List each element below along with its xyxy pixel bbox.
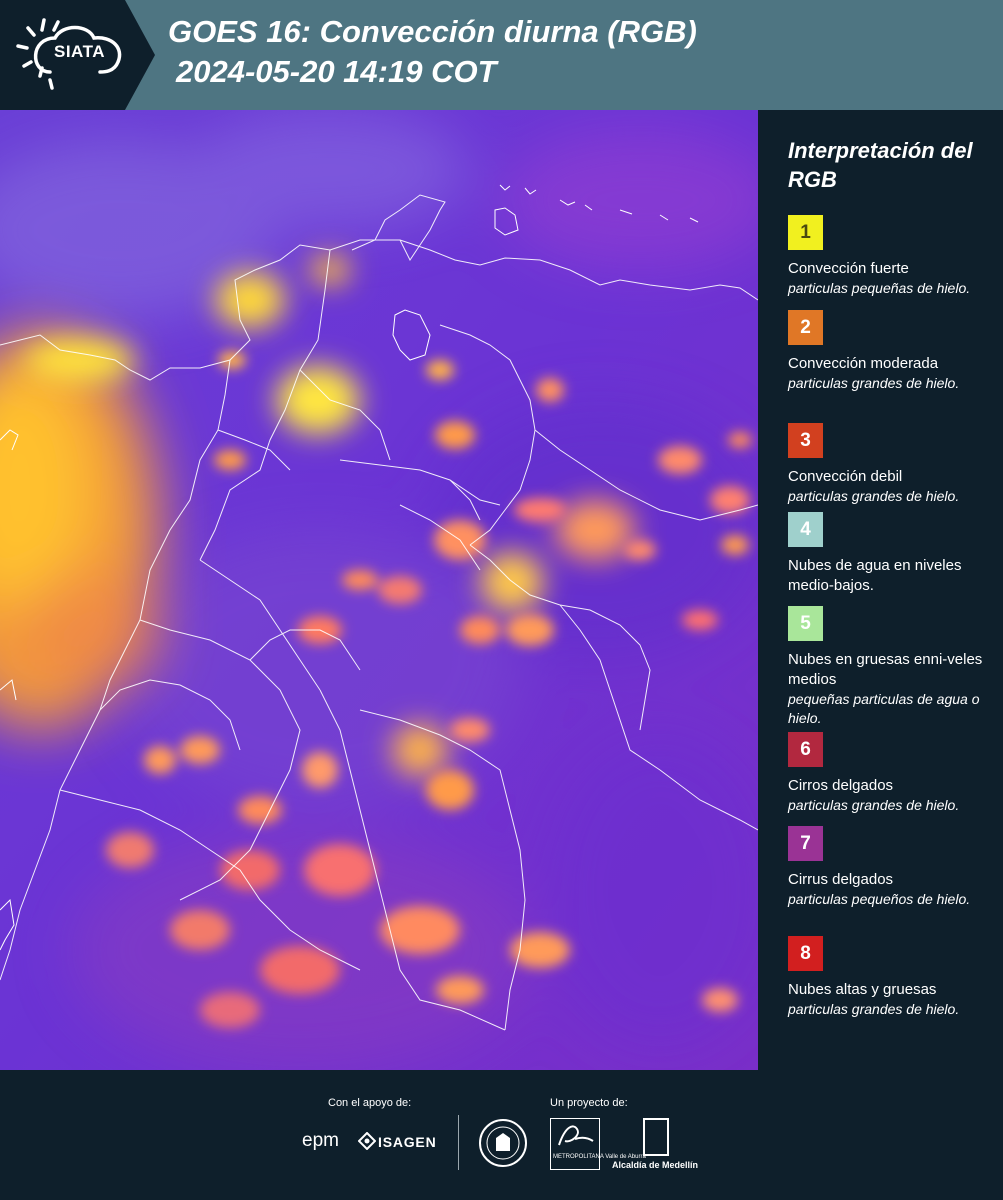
legend-item-sub: pequeñas particulas de agua o hielo. xyxy=(788,691,980,726)
legend-item-label: Nubes de agua en niveles medio-bajos. xyxy=(788,557,962,594)
page-title: GOES 16: Convección diurna (RGB) xyxy=(168,14,697,49)
legend-swatch: 5 xyxy=(788,606,823,641)
legend-item-label: Convección debil xyxy=(788,468,903,485)
legend-item-sub: particulas pequeñas de hielo. xyxy=(788,280,971,296)
legend-swatch: 6 xyxy=(788,732,823,767)
legend-swatch: 4 xyxy=(788,512,823,547)
isagen-icon xyxy=(358,1132,376,1150)
support-label: Con el apoyo de: xyxy=(328,1097,412,1109)
legend-item-sub: particulas grandes de hielo. xyxy=(788,375,960,391)
legend-item-4: 4 Nubes de agua en niveles medio-bajos. xyxy=(788,512,993,596)
alcaldia-label: Alcaldía de Medellín xyxy=(612,1160,699,1170)
legend-panel: Interpretación del RGB 1 Convección fuer… xyxy=(758,110,1003,1070)
epm-logo: epm xyxy=(302,1130,339,1151)
footer-divider xyxy=(458,1115,459,1170)
legend-item-1: 1 Convección fuerte particulas pequeñas … xyxy=(788,215,993,298)
legend-swatch: 7 xyxy=(788,826,823,861)
legend-item-label: Cirros delgados xyxy=(788,777,894,794)
legend-swatch: 3 xyxy=(788,423,823,458)
legend-item-sub: particulas grandes de hielo. xyxy=(788,797,960,813)
legend-item-2: 2 Convección moderada particulas grandes… xyxy=(788,310,993,393)
legend-item-sub: particulas grandes de hielo. xyxy=(788,488,960,504)
legend-item-label: Cirrus delgados xyxy=(788,871,894,888)
legend-item-sub: particulas grandes de hielo. xyxy=(788,1001,960,1017)
satellite-image xyxy=(0,110,758,1070)
alcaldia-shield-icon xyxy=(643,1118,669,1156)
legend-swatch: 8 xyxy=(788,936,823,971)
project-label: Un proyecto de: xyxy=(550,1097,628,1109)
legend-item-label: Nubes altas y gruesas xyxy=(788,981,937,998)
satellite-map xyxy=(0,110,758,1070)
legend-swatch: 1 xyxy=(788,215,823,250)
legend-item-3: 3 Convección debil particulas grandes de… xyxy=(788,423,993,506)
isagen-logo: ISAGEN xyxy=(378,1134,437,1150)
legend-swatch: 2 xyxy=(788,310,823,345)
legend-item-label: Nubes en gruesas enni-veles medios xyxy=(788,651,983,688)
legend-item-sub: particulas pequeños de hielo. xyxy=(788,891,971,907)
medellin-seal-icon xyxy=(479,1119,527,1167)
legend-item-7: 7 Cirrus delgados particulas pequeños de… xyxy=(788,826,993,909)
siata-logo-text: SIATA xyxy=(54,42,105,61)
legend-item-label: Convección moderada xyxy=(788,355,939,372)
area-script-icon xyxy=(558,1125,594,1146)
legend-item-5: 5 Nubes en gruesas enni-veles medios peq… xyxy=(788,606,993,728)
area-metropolitana-logo xyxy=(550,1118,600,1170)
legend-item-8: 8 Nubes altas y gruesas particulas grand… xyxy=(788,936,993,1019)
legend-title: Interpretación del RGB xyxy=(788,138,973,192)
legend-item-6: 6 Cirros delgados particulas grandes de … xyxy=(788,732,993,815)
siata-logo: SIATA xyxy=(0,0,155,110)
timestamp: 2024-05-20 14:19 COT xyxy=(176,54,497,89)
footer-bar: Con el apoyo de: Un proyecto de: epm ISA… xyxy=(0,1070,1003,1200)
header-bar: SIATA GOES 16: Convección diurna (RGB) 2… xyxy=(0,0,1003,110)
legend-item-label: Convección fuerte xyxy=(788,260,909,277)
